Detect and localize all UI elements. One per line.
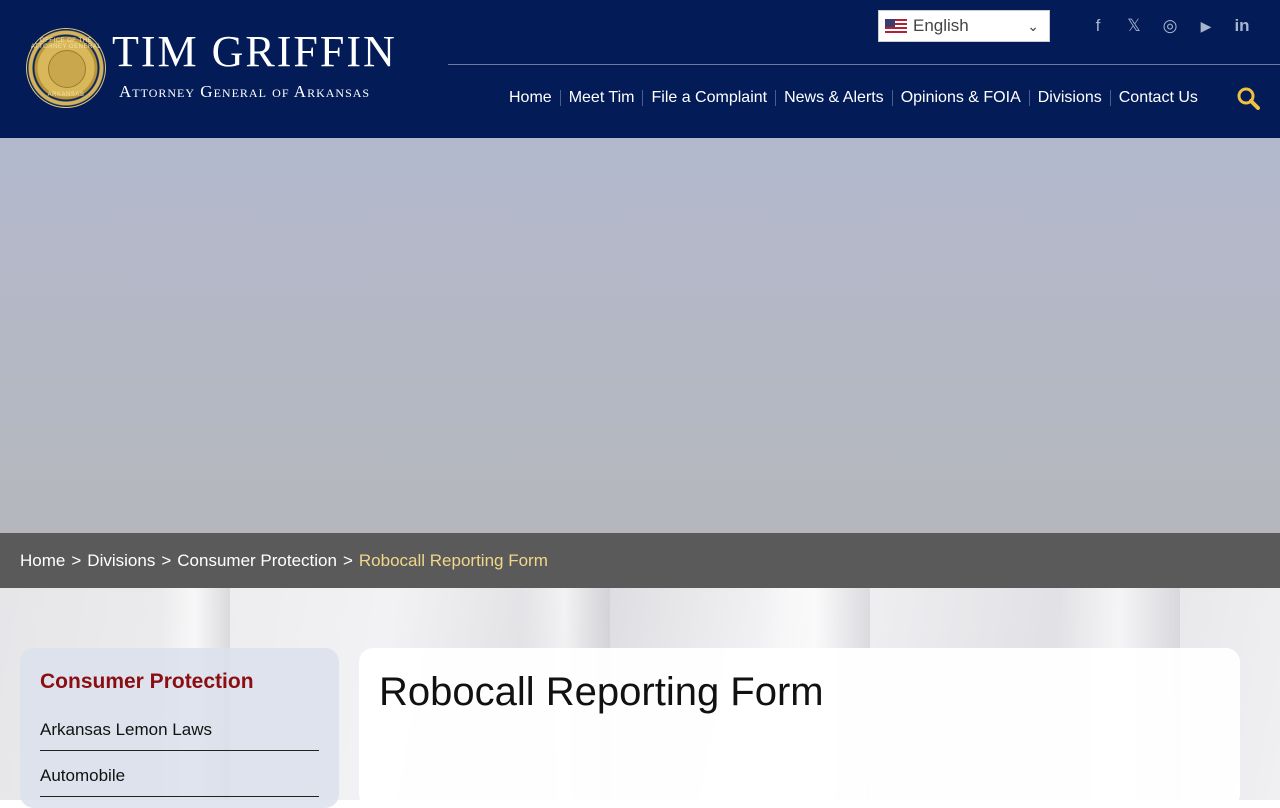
us-flag-icon (885, 19, 907, 33)
youtube-icon[interactable]: ▶ (1194, 14, 1218, 38)
breadcrumb: Home > Divisions > Consumer Protection >… (0, 533, 1280, 588)
seal-emblem (48, 50, 86, 88)
sidebar-title[interactable]: Consumer Protection (40, 670, 254, 694)
sidebar: Consumer Protection Arkansas Lemon Laws … (20, 648, 339, 808)
breadcrumb-current: Robocall Reporting Form (358, 550, 548, 570)
main-nav: Home Meet Tim File a Complaint News & Al… (501, 86, 1206, 110)
sidebar-item-lemon-laws[interactable]: Arkansas Lemon Laws (40, 710, 319, 751)
nav-divisions[interactable]: Divisions (1030, 86, 1110, 110)
chevron-down-icon: ⌄ (1027, 18, 1039, 34)
hero-banner (0, 138, 1280, 533)
seal-text-top: OFFICE OF THE ATTORNEY GENERAL (30, 38, 102, 50)
nav-news-alerts[interactable]: News & Alerts (776, 86, 892, 110)
attorney-general-seal-logo[interactable]: OFFICE OF THE ATTORNEY GENERAL ARKANSAS (26, 28, 106, 108)
seal-text-bottom: ARKANSAS (47, 92, 85, 98)
language-selector[interactable]: English ⌄ (878, 10, 1050, 42)
brand-title[interactable]: TIM GRIFFIN (112, 30, 397, 74)
nav-file-complaint[interactable]: File a Complaint (643, 86, 775, 110)
nav-home[interactable]: Home (501, 86, 560, 110)
page-title: Robocall Reporting Form (379, 670, 824, 714)
instagram-icon[interactable]: ◎ (1158, 14, 1182, 38)
x-twitter-icon[interactable]: 𝕏 (1122, 14, 1146, 38)
header-divider (448, 64, 1280, 65)
breadcrumb-separator: > (161, 550, 172, 570)
nav-contact-us[interactable]: Contact Us (1111, 86, 1206, 110)
search-icon[interactable] (1236, 86, 1260, 110)
brand-subtitle[interactable]: Attorney General of Arkansas (119, 82, 370, 102)
breadcrumb-divisions[interactable]: Divisions (87, 551, 155, 571)
breadcrumb-separator: > (342, 550, 353, 570)
linkedin-icon[interactable]: in (1230, 14, 1254, 38)
sidebar-item-automobile[interactable]: Automobile (40, 756, 319, 797)
breadcrumb-home[interactable]: Home (20, 551, 65, 571)
nav-opinions-foia[interactable]: Opinions & FOIA (893, 86, 1029, 110)
nav-meet-tim[interactable]: Meet Tim (561, 86, 643, 110)
site-header: OFFICE OF THE ATTORNEY GENERAL ARKANSAS … (0, 0, 1280, 138)
breadcrumb-separator: > (71, 550, 82, 570)
breadcrumb-consumer-protection[interactable]: Consumer Protection (177, 551, 337, 571)
facebook-icon[interactable]: f (1086, 14, 1110, 38)
main-content-card: Robocall Reporting Form (359, 648, 1240, 808)
language-label: English (913, 16, 969, 35)
